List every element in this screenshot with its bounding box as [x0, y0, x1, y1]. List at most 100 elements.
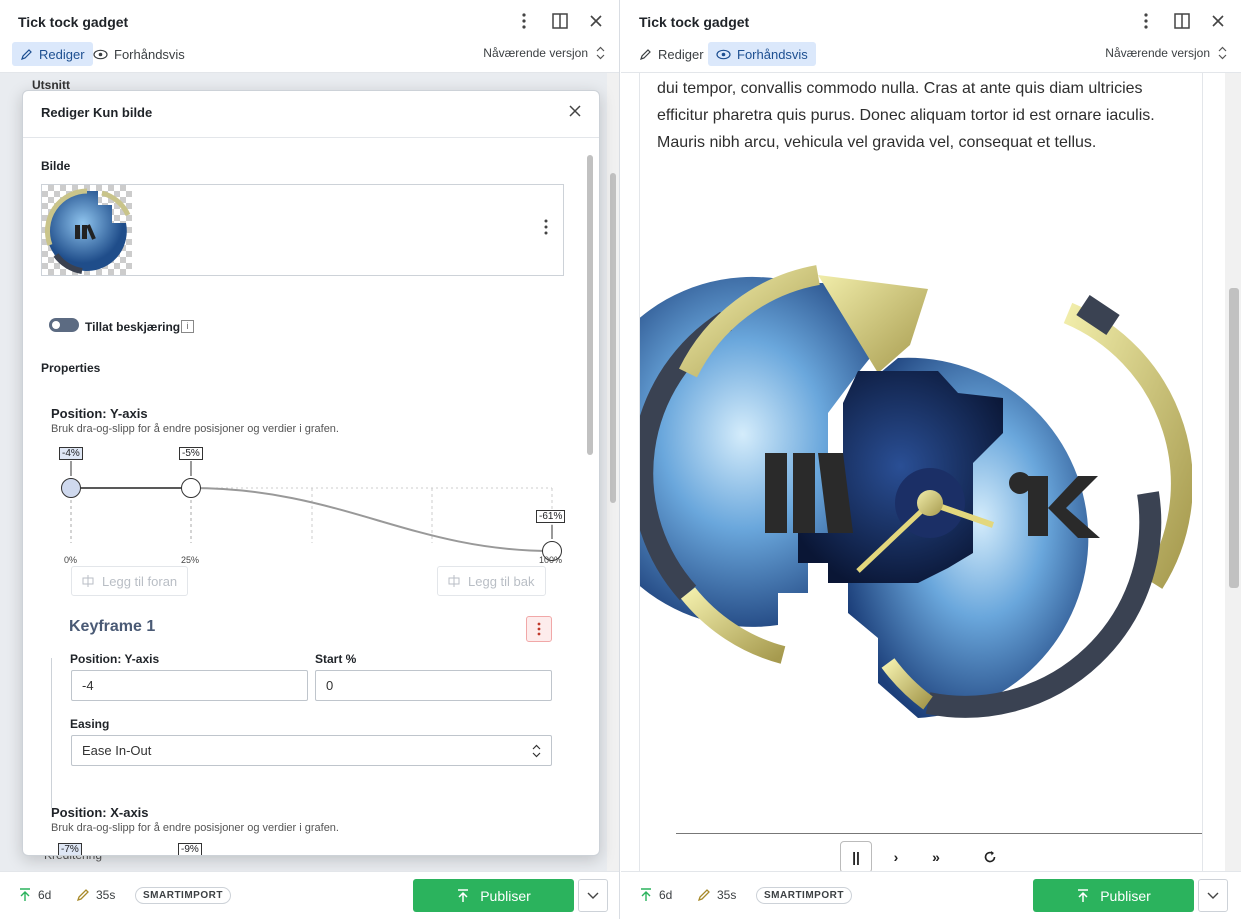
- edit-mode-label: Rediger: [39, 46, 85, 62]
- add-after-label: Legg til bak: [468, 573, 535, 589]
- chevron-up-down-icon: [1218, 46, 1227, 60]
- image-label: Bilde: [41, 159, 71, 173]
- pencil-icon: [697, 889, 710, 902]
- field-label: Start %: [315, 652, 357, 666]
- upload-icon: [458, 888, 469, 902]
- editor-footer: 6d 35s SMARTIMPORT Publiser: [0, 871, 619, 919]
- publish-age-value: 6d: [38, 888, 52, 902]
- publish-label: Publiser: [480, 887, 531, 904]
- more-vertical-icon[interactable]: [543, 219, 549, 240]
- preview-text: dui tempor, convallis commodo nulla. Cra…: [657, 80, 1155, 151]
- x-axis-title: Position: X-axis: [51, 805, 149, 820]
- allow-crop-toggle[interactable]: [49, 318, 79, 332]
- publish-options-button[interactable]: [578, 879, 608, 912]
- field-label: Position: Y-axis: [70, 652, 160, 666]
- version-label: Nåværende versjon: [483, 46, 588, 60]
- replay-button[interactable]: [978, 841, 1002, 871]
- y-axis-title: Position: Y-axis: [51, 406, 148, 421]
- publish-age-value: 6d: [659, 888, 673, 902]
- add-after-button[interactable]: Legg til bak: [437, 566, 546, 596]
- chevron-down-icon: [587, 892, 599, 899]
- easing-value: Ease In-Out: [82, 743, 152, 758]
- edit-time-value: 35s: [717, 888, 737, 902]
- more-vertical-icon[interactable]: [1137, 12, 1155, 30]
- smartimport-badge: SMARTIMPORT: [135, 887, 231, 904]
- publish-age: 6d: [639, 888, 672, 902]
- edit-time-value: 35s: [96, 888, 116, 902]
- properties-label: Properties: [41, 361, 101, 375]
- pencil-icon: [76, 889, 89, 902]
- y-axis-graph[interactable]: -4% -5% -61% 0% 25% 100%: [51, 443, 571, 568]
- chevron-up-down-icon: [532, 744, 541, 758]
- keyframe-handle[interactable]: [181, 478, 201, 498]
- add-before-label: Legg til foran: [102, 573, 178, 589]
- fast-forward-button[interactable]: »: [924, 841, 948, 871]
- dialog-title: Rediger Kun bilde: [41, 105, 153, 120]
- version-select[interactable]: Nåværende versjon: [1105, 46, 1227, 60]
- version-select[interactable]: Nåværende versjon: [483, 46, 605, 60]
- start-percent-input[interactable]: 0: [315, 670, 552, 701]
- add-before-button[interactable]: Legg til foran: [71, 566, 189, 596]
- publish-button[interactable]: Publiser: [1033, 879, 1194, 912]
- position-y-input[interactable]: -4: [71, 670, 308, 701]
- publish-options-button[interactable]: [1198, 879, 1228, 912]
- info-icon[interactable]: i: [181, 320, 194, 333]
- image-field[interactable]: [41, 184, 564, 276]
- preview-mode-label: Forhåndsvis: [737, 46, 808, 62]
- preview-canvas: dui tempor, convallis commodo nulla. Cra…: [639, 73, 1203, 871]
- publish-button[interactable]: Publiser: [413, 879, 574, 912]
- upload-icon: [641, 888, 651, 901]
- pause-button[interactable]: ||: [840, 841, 872, 871]
- close-icon[interactable]: [587, 12, 605, 30]
- keyframe-value-label: -9%: [178, 843, 202, 855]
- keyframe-position-label: 0%: [64, 555, 78, 565]
- split-view-icon[interactable]: [1173, 12, 1191, 30]
- keyframe-position-label: 25%: [181, 555, 200, 565]
- preview-header: Tick tock gadget: [621, 0, 1241, 44]
- split-view-icon[interactable]: [551, 12, 569, 30]
- preview-mode-button[interactable]: Forhåndsvis: [85, 42, 193, 66]
- dialog-scrollbar[interactable]: [585, 141, 595, 853]
- more-vertical-icon[interactable]: [515, 12, 533, 30]
- chevron-down-icon: [1207, 892, 1219, 899]
- editor-header: Tick tock gadget: [0, 0, 619, 44]
- preview-scrollbar[interactable]: [1225, 73, 1241, 871]
- easing-select[interactable]: Ease In-Out: [71, 735, 552, 766]
- edit-mode-button[interactable]: Rediger: [631, 42, 712, 66]
- eye-icon: [716, 49, 731, 59]
- x-axis-hint: Bruk dra-og-slipp for å endre posisjoner…: [51, 822, 339, 834]
- allow-crop-label: Tillat beskjæring: [85, 320, 181, 334]
- more-vertical-icon: [537, 622, 541, 636]
- keyframe-title: Keyframe 1: [69, 618, 156, 635]
- close-icon[interactable]: [567, 103, 583, 119]
- replay-icon: [984, 851, 996, 863]
- close-icon[interactable]: [1209, 12, 1227, 30]
- upload-icon: [1078, 888, 1089, 902]
- edit-mode-label: Rediger: [658, 46, 704, 62]
- edit-time: 35s: [697, 888, 736, 902]
- keyframe-value-label: -61%: [536, 510, 566, 523]
- keyframe-menu-button[interactable]: [526, 616, 552, 642]
- edit-image-dialog: Rediger Kun bilde Bilde Tillat beskjærin…: [22, 90, 600, 856]
- preview-mode-button[interactable]: Forhåndsvis: [708, 42, 816, 66]
- add-keyframe-icon: [82, 575, 94, 587]
- keyframe-value-label: -4%: [59, 447, 83, 460]
- publish-label: Publiser: [1100, 887, 1151, 904]
- upload-icon: [20, 888, 30, 901]
- smartimport-badge: SMARTIMPORT: [756, 887, 852, 904]
- easing-label: Easing: [70, 717, 110, 731]
- preview-footer: 6d 35s SMARTIMPORT Publiser: [621, 871, 1241, 919]
- publish-age: 6d: [18, 888, 51, 902]
- pencil-icon: [21, 48, 32, 60]
- player-controls-divider: [676, 833, 1202, 834]
- divider: [51, 658, 52, 808]
- edit-mode-button[interactable]: Rediger: [12, 42, 93, 66]
- image-thumbnail: [42, 185, 132, 275]
- eye-icon: [93, 49, 108, 59]
- editor-pane: Tick tock gadget Rediger Forhåndsvis Nåv…: [0, 0, 620, 919]
- gadget-title: Tick tock gadget: [639, 14, 750, 30]
- editor-scrollbar[interactable]: [607, 73, 619, 871]
- keyframe-handle[interactable]: [61, 478, 81, 498]
- edit-time: 35s: [76, 888, 115, 902]
- next-button[interactable]: ›: [884, 841, 908, 871]
